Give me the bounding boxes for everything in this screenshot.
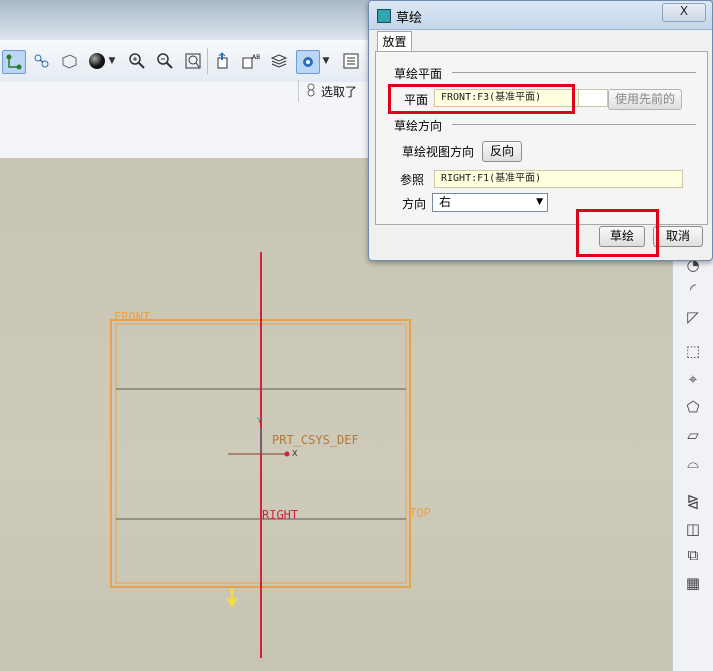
direction-label: 方向	[402, 197, 427, 211]
round-icon[interactable]: ◜	[681, 278, 705, 300]
spin-center-icon[interactable]	[296, 50, 320, 74]
cancel-button[interactable]: 取消	[653, 226, 703, 247]
plane-highlight-box	[388, 84, 575, 114]
shell-icon[interactable]: ⬚	[681, 340, 705, 362]
chevron-down-icon: ▼	[536, 197, 543, 207]
mirror-icon[interactable]: ⧎	[681, 490, 705, 512]
svg-text:AB: AB	[252, 54, 260, 61]
sketch-tool-icon[interactable]	[2, 50, 26, 74]
intersect-icon[interactable]: ⧉	[681, 544, 705, 566]
dialog-titlebar[interactable]: 草绘 X	[369, 1, 712, 30]
sketch-button-highlight-box	[576, 209, 659, 257]
datum-display-icon[interactable]	[212, 50, 234, 72]
zoom-out-icon[interactable]	[154, 50, 176, 72]
selection-status: 选取了	[298, 80, 371, 102]
plane-extra-field	[578, 89, 608, 107]
plane-network-icon[interactable]	[30, 50, 52, 72]
direction-select[interactable]: 右 ▼	[432, 193, 548, 212]
dialog-title: 草绘	[396, 11, 423, 26]
chamfer-icon[interactable]: ◸	[681, 306, 705, 328]
reference-label: 参照	[400, 173, 425, 187]
csys-origin	[284, 451, 290, 457]
view-direction-label: 草绘视图方向	[402, 145, 475, 159]
shading-sphere-icon[interactable]	[86, 50, 108, 72]
csys-label: PRT_CSYS_DEF	[272, 433, 359, 447]
close-button[interactable]: X	[662, 3, 706, 22]
sketch-dialog: 草绘 X 放置 草绘平面 平面 FRONT:F3(基准平面) 使用先前的 草绘方…	[368, 0, 713, 261]
refit-icon[interactable]	[182, 50, 204, 72]
right-plane-label: RIGHT	[262, 508, 299, 522]
reference-field[interactable]: RIGHT:F1(基准平面)	[434, 170, 683, 188]
model-tree-icon[interactable]	[340, 50, 362, 72]
csys-x-label: X	[292, 449, 298, 458]
chevron-down-icon[interactable]: ▼	[320, 50, 332, 72]
use-previous-button[interactable]: 使用先前的	[608, 89, 682, 110]
csys-y-label: Y	[257, 416, 262, 425]
selection-label: 选取了	[321, 84, 358, 99]
variable-section-icon[interactable]: ⌓	[681, 452, 705, 474]
annotation-icon[interactable]: AB	[240, 50, 262, 72]
sketch-plane-heading: 草绘平面	[394, 67, 443, 81]
chevron-down-icon[interactable]: ▼	[106, 50, 118, 72]
orientation-heading: 草绘方向	[394, 119, 443, 133]
layers-icon[interactable]	[268, 50, 290, 72]
placement-panel: 草绘平面 平面 FRONT:F3(基准平面) 使用先前的 草绘方向 草绘视图方向…	[375, 51, 708, 225]
direction-value: 右	[439, 195, 452, 209]
direction-arrow-icon	[226, 588, 238, 608]
flip-button[interactable]: 反向	[482, 141, 522, 162]
front-plane-label: FRONT	[114, 310, 151, 324]
hidden-line-icon[interactable]	[58, 50, 80, 72]
top-plane-label: TOP	[409, 506, 431, 520]
sketch-app-icon	[377, 9, 391, 23]
merge-icon[interactable]: ◫	[681, 518, 705, 540]
tab-placement[interactable]: 放置	[377, 31, 412, 52]
main-toolbar: ▼ AB ▼	[0, 40, 370, 83]
zoom-in-icon[interactable]	[126, 50, 148, 72]
pin-icon	[307, 83, 315, 100]
rib-icon[interactable]: ⌖	[681, 368, 705, 390]
pattern-icon[interactable]: ▦	[681, 572, 705, 594]
boundary-blend-icon[interactable]: ▱	[681, 424, 705, 446]
draft-icon[interactable]: ⬠	[681, 396, 705, 418]
